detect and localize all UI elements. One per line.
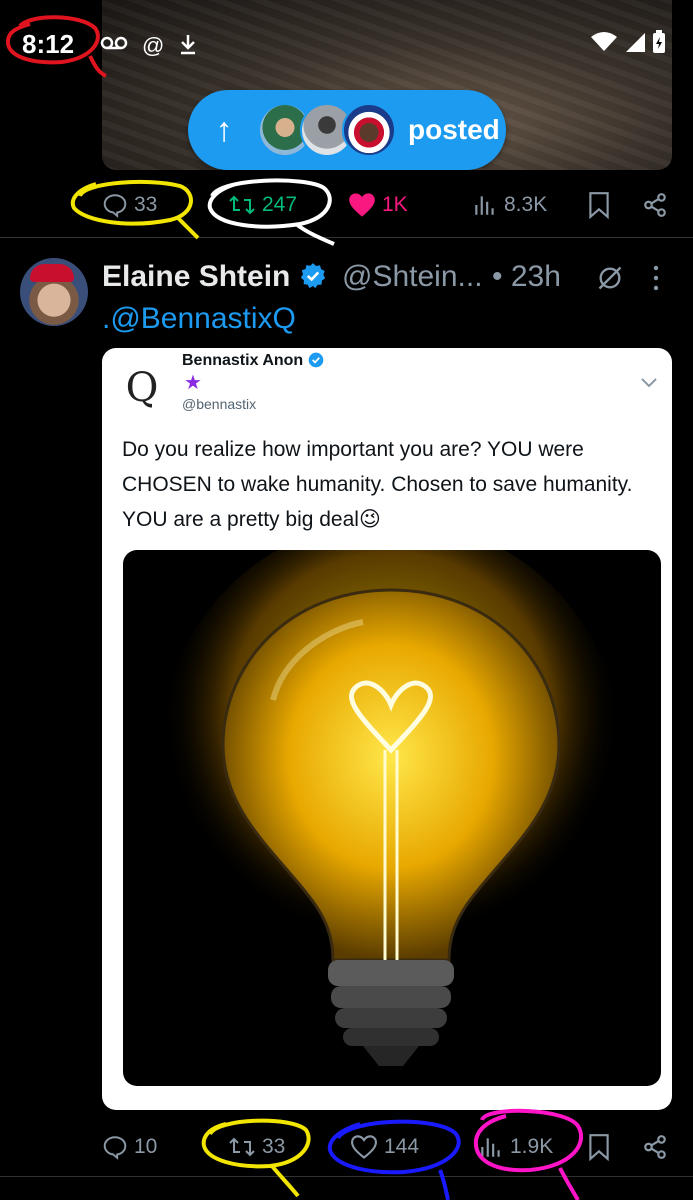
view-count: 1.9K: [510, 1135, 554, 1158]
post-divider: [0, 237, 693, 238]
post-timestamp[interactable]: • 23h: [492, 260, 561, 294]
new-posts-pill[interactable]: ↑ posted: [188, 90, 506, 170]
verified-badge-icon: [308, 352, 323, 368]
embedded-text: Do you realize how important you are? YO…: [122, 438, 633, 531]
heart-filled-icon: [349, 193, 375, 217]
status-time: 8:12: [22, 29, 75, 59]
like-button[interactable]: 1K: [348, 192, 408, 218]
repost-count: 247: [262, 193, 298, 216]
purple-star-icon: ★: [184, 372, 202, 394]
views-icon: [481, 1138, 500, 1157]
repost-button[interactable]: 33: [228, 1134, 285, 1160]
reply-count: 10: [134, 1135, 158, 1158]
share-icon: [644, 193, 666, 217]
arrow-up-icon: ↑: [215, 110, 233, 149]
reply-count: 33: [134, 193, 158, 216]
repost-count: 33: [262, 1135, 286, 1158]
author-name[interactable]: Elaine Shtein: [102, 260, 327, 294]
voicemail-icon: [100, 33, 128, 61]
bottom-divider: [0, 1176, 693, 1177]
top-post-actions: 33 247 1K 8.3K: [0, 188, 693, 222]
views-icon: [475, 196, 494, 215]
like-count: 144: [384, 1135, 420, 1158]
reply-icon: [103, 1136, 127, 1160]
status-right-icons: [590, 30, 666, 59]
bookmark-button[interactable]: [588, 1133, 610, 1161]
share-icon: [644, 1135, 666, 1159]
like-button[interactable]: 144: [350, 1134, 419, 1160]
tweet-actions: 10 33 144 1.9K: [0, 1130, 693, 1164]
share-button[interactable]: [642, 192, 668, 218]
repost-icon: [229, 1137, 255, 1157]
grok-icon[interactable]: [596, 264, 624, 297]
repost-icon: [229, 195, 255, 215]
chevron-down-icon: [640, 376, 658, 394]
more-options-icon[interactable]: [651, 264, 661, 297]
lightbulb-image: [123, 550, 661, 1086]
like-count: 1K: [382, 193, 408, 216]
reply-icon: [103, 194, 127, 218]
embedded-author-name-text: Bennastix Anon: [182, 352, 304, 369]
wifi-icon: [590, 31, 618, 58]
author-name-text: Elaine Shtein: [102, 260, 291, 293]
status-icons: @: [100, 33, 198, 61]
bookmark-icon: [589, 1134, 609, 1161]
card-footer: [122, 1104, 622, 1110]
reply-button[interactable]: 10: [102, 1134, 157, 1160]
verified-badge-icon: [300, 263, 325, 289]
author-avatar[interactable]: [20, 258, 88, 326]
repost-button[interactable]: 247: [228, 192, 297, 218]
poster-avatars: [258, 103, 396, 157]
bookmark-button[interactable]: [588, 191, 610, 219]
views-button[interactable]: 1.9K: [478, 1134, 553, 1160]
tweet-text-mention[interactable]: .@BennastixQ: [102, 302, 296, 336]
download-icon: [178, 33, 198, 61]
battery-icon: [652, 30, 666, 59]
embedded-screenshot[interactable]: Q Bennastix Anon ★ @bennastix Do you rea…: [102, 348, 672, 1110]
views-button[interactable]: 8.3K: [472, 192, 547, 218]
bookmark-icon: [589, 192, 609, 219]
share-button[interactable]: [642, 1134, 668, 1160]
signal-icon: [624, 31, 646, 58]
q-logo-icon: Q: [125, 365, 159, 411]
avatar: [342, 103, 396, 157]
reply-button[interactable]: 33: [102, 192, 157, 218]
author-handle[interactable]: @Shtein...: [342, 260, 483, 294]
at-icon: @: [142, 33, 165, 58]
embedded-handle: @bennastix: [182, 396, 257, 412]
view-count: 8.3K: [504, 193, 548, 216]
embedded-author-name: Bennastix Anon: [182, 352, 324, 370]
posted-label: posted: [408, 114, 500, 145]
heart-icon: [351, 1135, 377, 1159]
